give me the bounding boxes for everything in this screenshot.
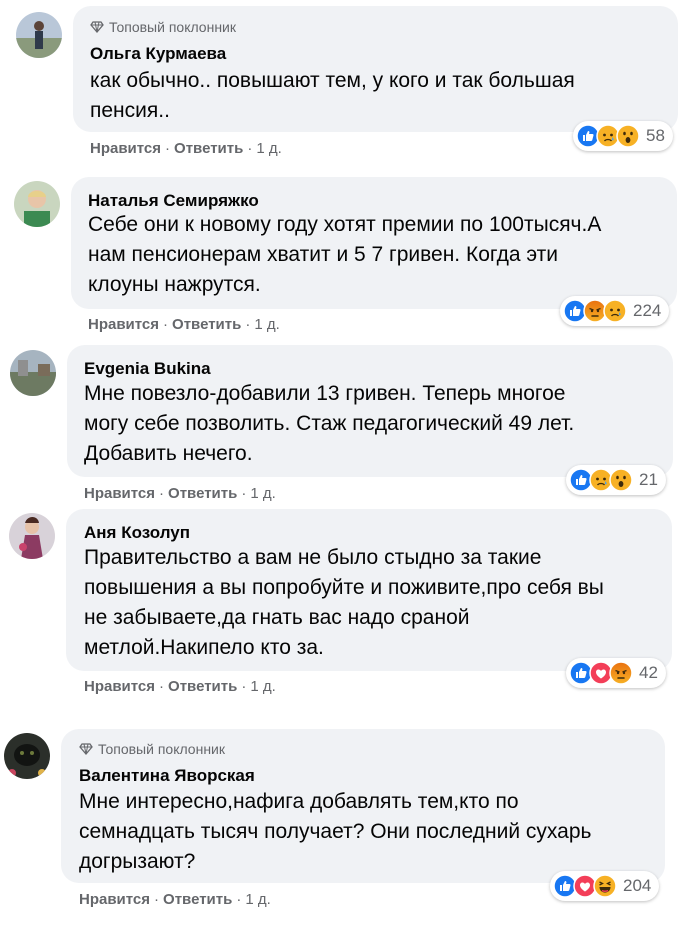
reply-link[interactable]: Ответить — [168, 678, 237, 695]
reply-link[interactable]: Ответить — [174, 140, 243, 157]
like-link[interactable]: Нравится — [84, 485, 155, 502]
badge-label: Топовый поклонник — [109, 19, 236, 35]
comment-author[interactable]: Наталья Семиряжко — [88, 191, 259, 211]
top-fan-badge: Топовый поклонник — [90, 19, 236, 35]
reaction-count: 42 — [639, 663, 658, 682]
comment-actions: Нравится · Ответить · 1 д. — [79, 891, 271, 908]
reactions-summary[interactable]: 58 — [573, 121, 673, 151]
avatar[interactable] — [14, 181, 60, 227]
wow-reaction-icon — [609, 468, 633, 492]
comment-actions: Нравится · Ответить · 1 д. — [84, 678, 276, 695]
reaction-count: 204 — [623, 876, 652, 895]
like-link[interactable]: Нравится — [88, 316, 159, 333]
reactions-summary[interactable]: 42 — [566, 658, 666, 688]
comment-author[interactable]: Ольга Курмаева — [90, 44, 226, 64]
wow-reaction-icon — [616, 124, 640, 148]
comment-time[interactable]: 1 д. — [250, 678, 275, 695]
diamond-icon — [79, 743, 93, 755]
comment-author[interactable]: Evgenia Bukina — [84, 359, 211, 379]
reactions-summary[interactable]: 224 — [560, 296, 670, 326]
comment-text: Себе они к новому году хотят премии по 1… — [88, 213, 602, 296]
avatar[interactable] — [9, 513, 55, 559]
badge-label: Топовый поклонник — [98, 741, 225, 757]
avatar[interactable] — [10, 350, 56, 396]
reaction-count: 58 — [646, 126, 665, 145]
diamond-icon — [90, 21, 104, 33]
comment-time[interactable]: 1 д. — [256, 140, 281, 157]
comment-time[interactable]: 1 д. — [245, 891, 270, 908]
comment-time[interactable]: 1 д. — [254, 316, 279, 333]
haha-reaction-icon — [593, 874, 617, 898]
reaction-count: 224 — [633, 301, 662, 320]
comment-text: Мне повезло-добавили 13 гривен. Теперь м… — [84, 382, 575, 465]
comment-text: Мне интересно,нафига добавлять тем,кто п… — [79, 790, 592, 873]
reactions-summary[interactable]: 21 — [566, 465, 666, 495]
avatar[interactable] — [4, 733, 50, 779]
comment-actions: Нравится · Ответить · 1 д. — [88, 316, 280, 333]
comment-author[interactable]: Валентина Яворская — [79, 766, 255, 786]
like-link[interactable]: Нравится — [90, 140, 161, 157]
angry-reaction-icon — [609, 661, 633, 685]
reply-link[interactable]: Ответить — [172, 316, 241, 333]
reply-link[interactable]: Ответить — [168, 485, 237, 502]
reactions-summary[interactable]: 204 — [550, 871, 660, 901]
sad-reaction-icon — [603, 299, 627, 323]
comment-actions: Нравится · Ответить · 1 д. — [84, 485, 276, 502]
reply-link[interactable]: Ответить — [163, 891, 232, 908]
like-link[interactable]: Нравится — [84, 678, 155, 695]
top-fan-badge: Топовый поклонник — [79, 741, 225, 757]
comment-time[interactable]: 1 д. — [250, 485, 275, 502]
comment-text: как обычно.. повышают тем, у кого и так … — [90, 69, 575, 122]
comment-author[interactable]: Аня Козолуп — [84, 523, 190, 543]
comment-actions: Нравится · Ответить · 1 д. — [90, 140, 282, 157]
like-link[interactable]: Нравится — [79, 891, 150, 908]
reaction-count: 21 — [639, 470, 658, 489]
comment-text: Правительство а вам не было стыдно за та… — [84, 546, 604, 659]
avatar[interactable] — [16, 12, 62, 58]
